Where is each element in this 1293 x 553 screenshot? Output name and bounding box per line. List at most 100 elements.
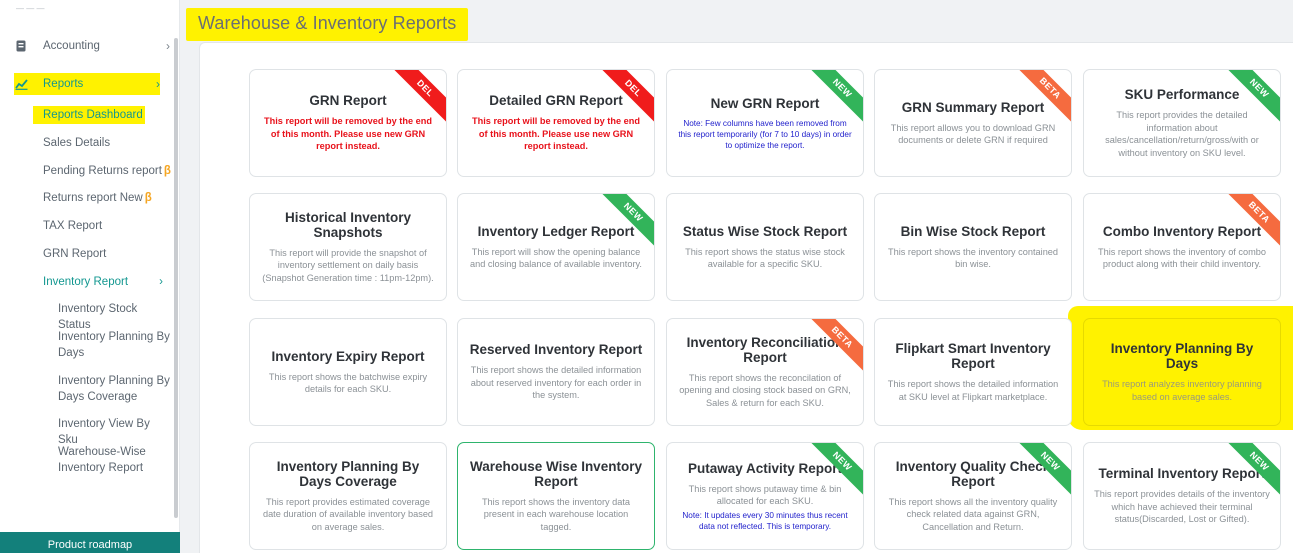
report-card-title: Reserved Inventory Report — [469, 342, 643, 358]
report-card[interactable]: Inventory Planning By Days Coverage This … — [249, 442, 447, 550]
sidebar-item-inventory-planning-by-days[interactable]: Inventory Planning By Days — [58, 329, 170, 361]
sidebar-item-label: Inventory Planning By Days Coverage — [58, 375, 170, 403]
sidebar-item-label: TAX Report — [43, 220, 103, 232]
report-card-description: This report will be removed by the end o… — [472, 116, 640, 152]
report-card-title: SKU Performance — [1124, 87, 1240, 102]
report-card-description: This report shows the status wise stock … — [685, 246, 845, 270]
report-card-description: This report analyzes inventory planning … — [1102, 379, 1262, 402]
sidebar-item-tax-report[interactable]: TAX Report — [43, 217, 171, 235]
chevron-right-icon: › — [156, 77, 160, 91]
sidebar-item-label: Pending Returns report — [43, 165, 162, 177]
report-card[interactable]: Reserved Inventory Report This report sho… — [457, 318, 655, 426]
report-card[interactable]: Detailed GRN Report This report will be r… — [457, 69, 655, 177]
sidebar-item-label: Sales Details — [43, 137, 111, 149]
sidebar-item-label: Returns report New — [43, 192, 143, 204]
report-card-description: This report will show the opening balanc… — [470, 246, 642, 270]
report-card-title: Detailed GRN Report — [489, 93, 623, 109]
report-card-description: This report shows the detailed informati… — [470, 365, 642, 401]
report-card-title: Bin Wise Stock Report — [900, 223, 1046, 239]
sidebar: — — — Accounting › Reports › Reports Das… — [0, 0, 180, 553]
report-card-description: This report shows the inventory data pre… — [481, 496, 631, 532]
report-card[interactable]: Inventory Planning By Days This report an… — [1083, 318, 1281, 426]
report-card-description: This report shows the inventory of combo… — [1097, 246, 1266, 270]
report-card[interactable]: GRN Report This report will be removed by… — [249, 69, 447, 177]
report-card-description: This report provides estimated coverage … — [262, 496, 434, 532]
report-card[interactable]: Inventory Expiry Report This report shows… — [249, 318, 447, 426]
report-card-description: This report shows the detailed informati… — [887, 379, 1059, 402]
report-card-title: Terminal Inventory Report — [1098, 466, 1266, 482]
report-card-title: Inventory Planning By Days Coverage — [276, 458, 420, 489]
sidebar-top-fade: — — — — [16, 4, 45, 13]
report-card-title: Status Wise Stock Report — [682, 223, 848, 239]
beta-ribbon-badge: BETA — [1012, 70, 1071, 127]
report-card-description: This report shows the inventory containe… — [887, 246, 1059, 270]
report-card-title: Flipkart Smart Inventory Report — [895, 341, 1051, 371]
sidebar-item-warehouse-wise[interactable]: Warehouse-Wise Inventory Report — [58, 444, 170, 476]
sidebar-item-label: Warehouse-Wise Inventory Report — [58, 446, 146, 474]
sidebar-item-label: Inventory Planning By Days — [58, 331, 170, 359]
sidebar-item-label: Reports — [43, 78, 84, 90]
report-card-title: Inventory Reconciliation Report — [686, 334, 844, 365]
sidebar-item-pending-returns[interactable]: Pending Returns report β — [43, 162, 171, 180]
sidebar-item-sales-details[interactable]: Sales Details — [43, 134, 171, 152]
report-card[interactable]: Flipkart Smart Inventory Report This repo… — [874, 318, 1072, 426]
report-card-title: GRN Report — [309, 93, 387, 109]
report-card[interactable]: Warehouse Wise Inventory Report This repo… — [457, 442, 655, 550]
report-card[interactable]: Terminal Inventory Report This report pro… — [1083, 442, 1281, 550]
report-card[interactable]: Status Wise Stock Report This report show… — [666, 193, 864, 301]
report-card-description: Note: Few columns have been removed from… — [678, 118, 852, 150]
report-card-description: This report allows you to download GRN d… — [890, 122, 1056, 146]
report-card-title: Inventory Quality Check Report — [895, 458, 1051, 489]
report-card-description: This report shows the reconcilation of o… — [679, 372, 851, 408]
report-card[interactable]: Historical Inventory Snapshots This repor… — [249, 193, 447, 301]
report-card[interactable]: Inventory Quality Check Report This repor… — [874, 442, 1072, 550]
report-card-description: This report shows putaway time & bin all… — [688, 483, 842, 507]
report-card[interactable]: Combo Inventory Report This report shows … — [1083, 193, 1281, 301]
report-card-title: Putaway Activity Report — [687, 460, 843, 476]
report-card-title: GRN Summary Report — [901, 99, 1045, 115]
report-card-description: This report will provide the snapshot of… — [262, 247, 434, 283]
report-card[interactable]: Bin Wise Stock Report This report shows t… — [874, 193, 1072, 301]
report-card-title: Inventory Expiry Report — [271, 348, 425, 364]
sidebar-item-label: Inventory Report — [43, 276, 129, 288]
sidebar-scrollbar[interactable] — [174, 38, 178, 518]
report-card[interactable]: Inventory Reconciliation Report This repo… — [666, 318, 864, 426]
report-card-title: New GRN Report — [710, 95, 820, 111]
beta-badge: β — [163, 165, 171, 177]
report-card-description: This report shows the batchwise expiry d… — [268, 371, 428, 395]
report-card-description: This report shows all the inventory qual… — [888, 496, 1058, 532]
page-title: Warehouse & Inventory Reports — [198, 13, 457, 33]
sidebar-item-label: Reports Dashboard — [43, 109, 143, 121]
sidebar-item-inventory-report[interactable]: Inventory Report › — [43, 273, 171, 291]
page-title-highlight: Warehouse & Inventory Reports — [186, 8, 469, 41]
sidebar-item-returns-report-new[interactable]: Returns report New β — [43, 189, 171, 207]
report-card[interactable]: Inventory Ledger Report This report will … — [457, 193, 655, 301]
sidebar-item-inventory-planning-coverage[interactable]: Inventory Planning By Days Coverage — [58, 373, 170, 405]
sidebar-item-label: Accounting — [43, 40, 100, 52]
report-card-title: Warehouse Wise Inventory Report — [470, 458, 642, 489]
report-card[interactable]: New GRN Report Note: Few columns have bee… — [666, 69, 864, 177]
new-ribbon-badge: NEW — [595, 194, 654, 251]
sidebar-item-reports-dashboard[interactable]: Reports Dashboard — [33, 106, 145, 124]
sidebar-item-accounting[interactable]: Accounting › — [14, 35, 170, 57]
beta-badge: β — [144, 192, 152, 204]
report-card-title: Inventory Ledger Report — [477, 223, 635, 239]
sidebar-item-grn-report[interactable]: GRN Report — [43, 245, 171, 263]
chevron-right-icon: › — [159, 276, 163, 288]
chart-line-icon — [14, 77, 28, 91]
report-card[interactable]: Putaway Activity Report This report shows… — [666, 442, 864, 550]
chevron-right-icon: › — [166, 39, 170, 53]
accounting-icon — [14, 39, 28, 53]
product-roadmap-button[interactable]: Product roadmap — [0, 532, 180, 553]
report-card-title: Combo Inventory Report — [1102, 223, 1262, 239]
sidebar-item-label: GRN Report — [43, 248, 107, 260]
beta-ribbon-badge: BETA — [1221, 194, 1280, 251]
report-card-title: Historical Inventory Snapshots — [284, 209, 412, 240]
report-card-description: This report provides the detailed inform… — [1105, 110, 1259, 158]
sidebar-item-reports[interactable]: Reports › — [14, 73, 160, 95]
report-card[interactable]: SKU Performance This report provides the … — [1083, 69, 1281, 177]
report-card-note: Note: It updates every 30 minutes thus r… — [682, 510, 848, 531]
report-card-description: This report provides details of the inve… — [1094, 489, 1270, 525]
report-card[interactable]: GRN Summary Report This report allows you… — [874, 69, 1072, 177]
report-card-title: Inventory Planning By Days — [1110, 341, 1254, 371]
